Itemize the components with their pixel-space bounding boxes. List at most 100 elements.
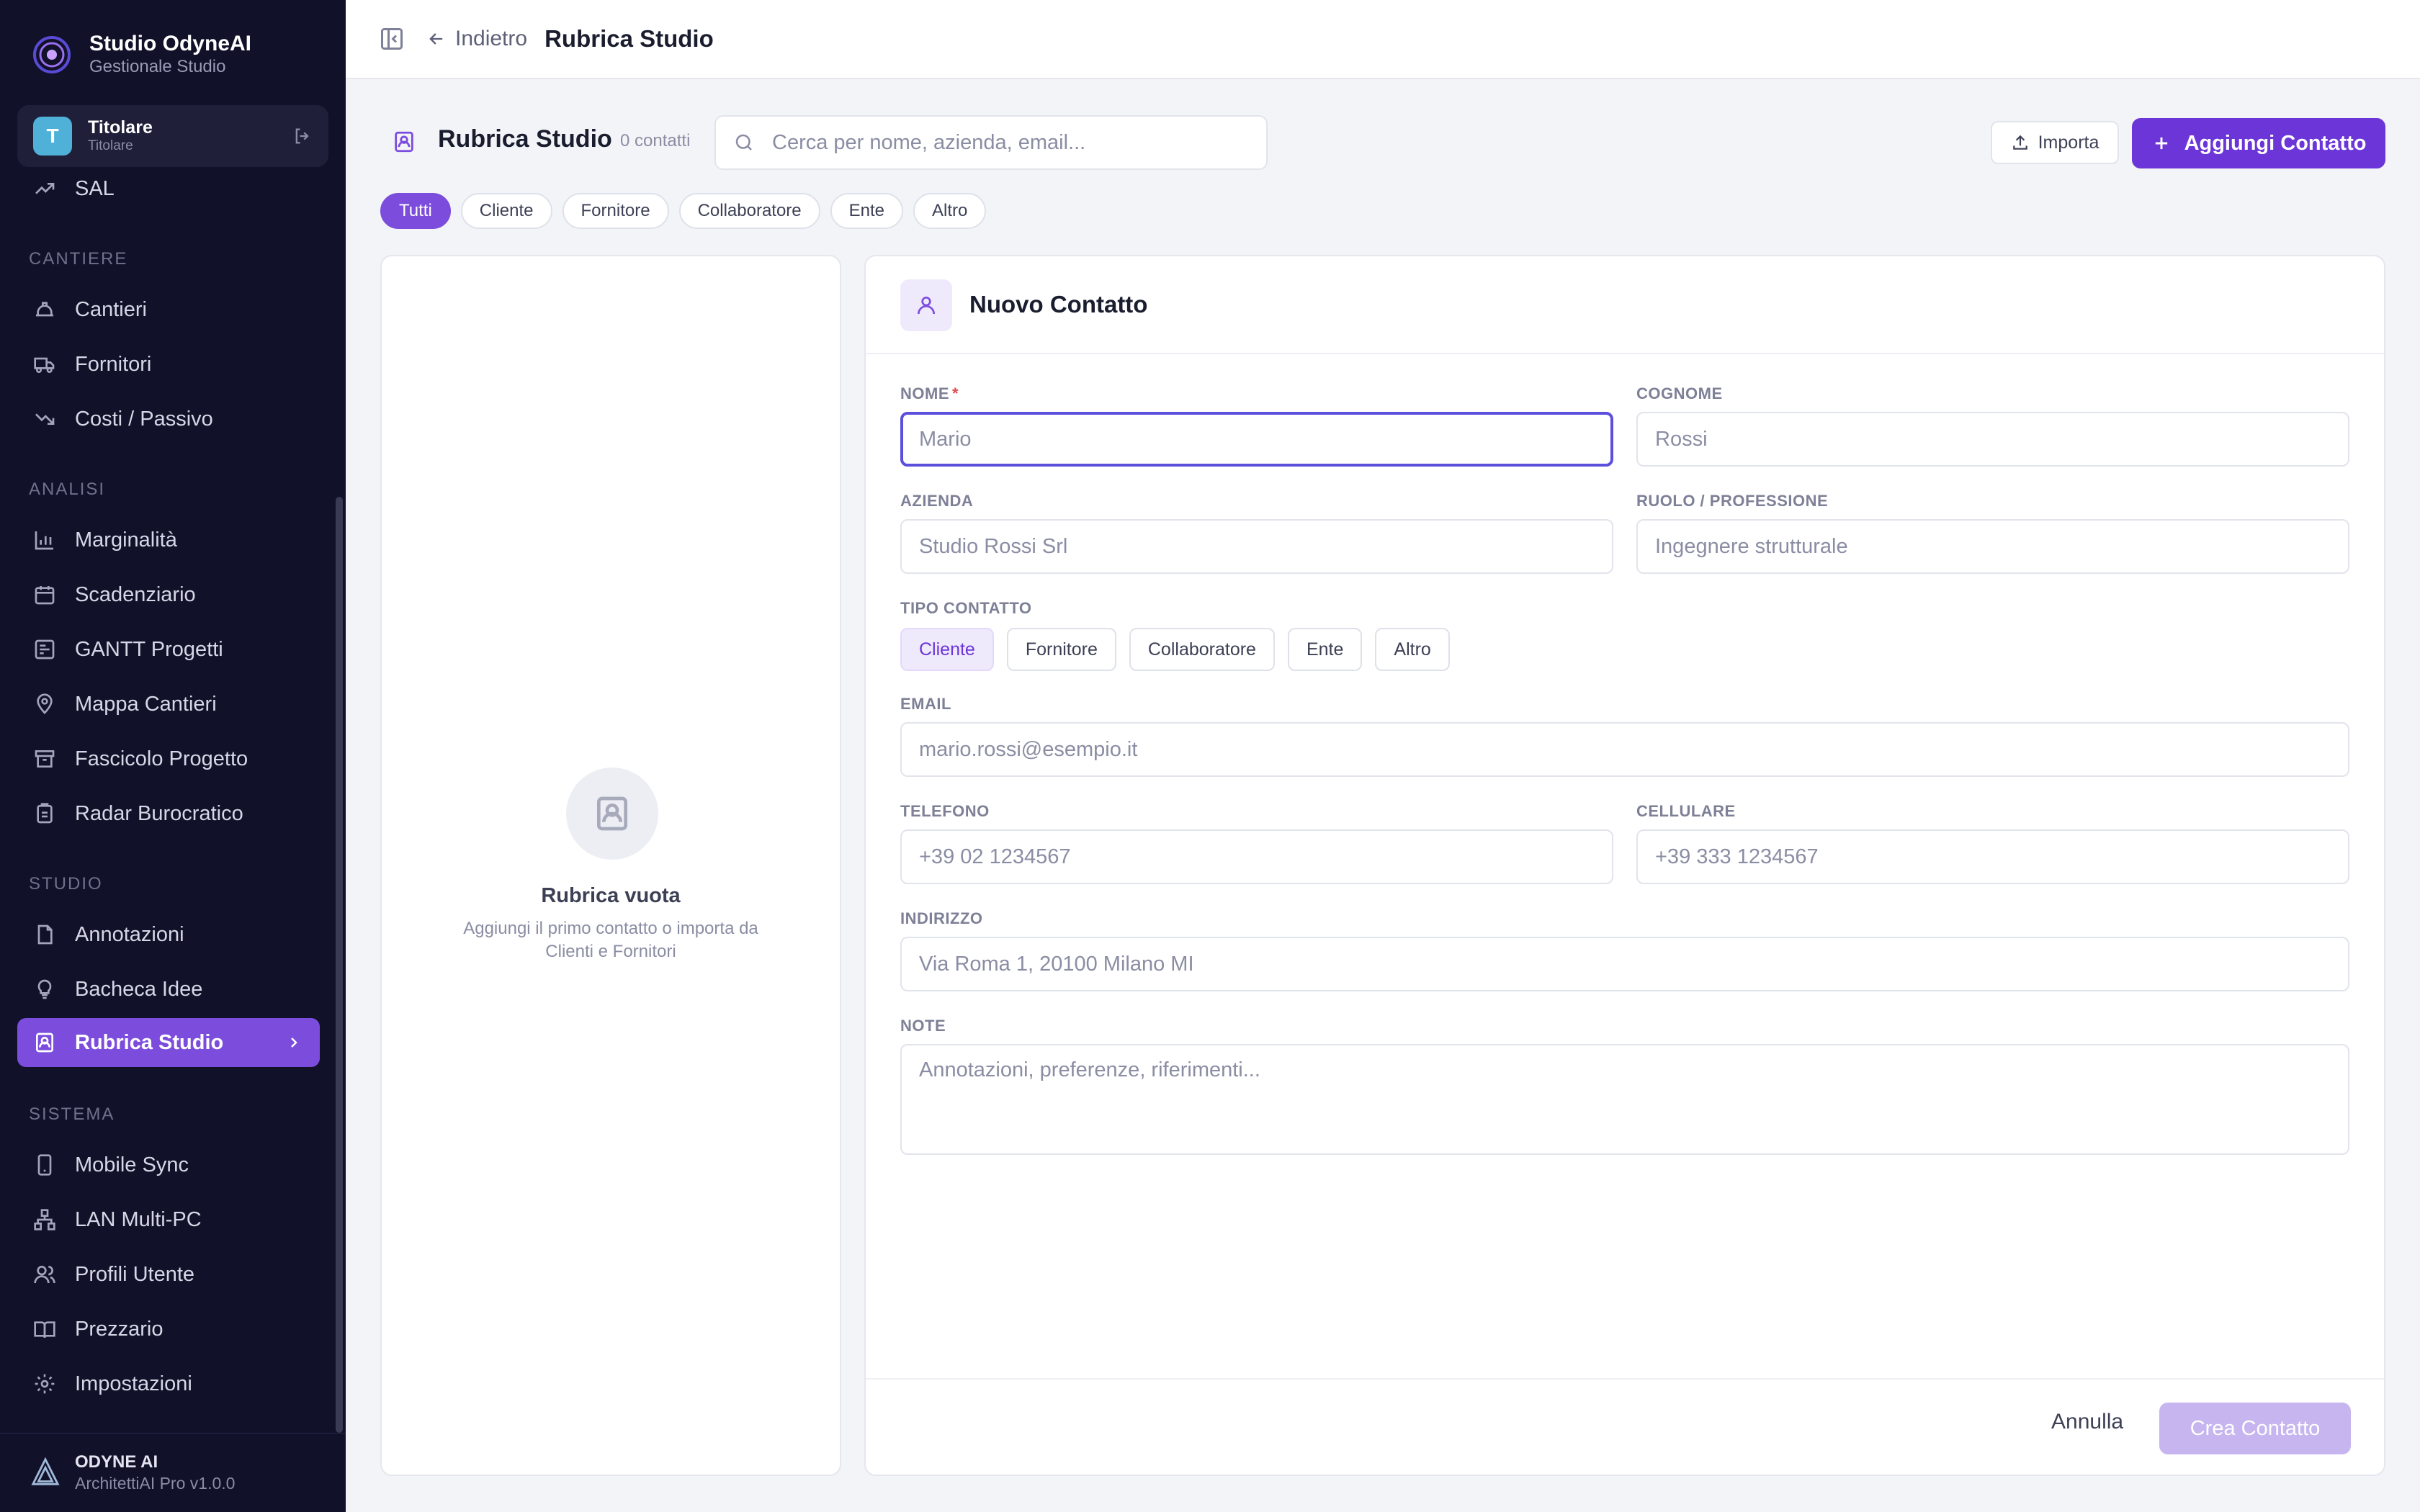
tipo-fornitore[interactable]: Fornitore xyxy=(1006,628,1116,671)
empty-state-description: Aggiungi il primo contatto o importa da … xyxy=(463,919,758,961)
sidebar-item-cantieri[interactable]: Cantieri xyxy=(17,285,320,334)
import-button[interactable]: Importa xyxy=(1991,121,2119,164)
sidebar-item-rubrica[interactable]: Rubrica Studio xyxy=(17,1018,320,1067)
filter-collaboratore[interactable]: Collaboratore xyxy=(678,193,820,229)
cognome-input[interactable] xyxy=(1636,412,2349,467)
section-sistema: SISTEMA xyxy=(29,1104,115,1124)
telefono-input[interactable] xyxy=(900,829,1613,884)
sidebar-item-label: Cantieri xyxy=(75,297,147,321)
file-icon xyxy=(37,924,53,945)
truck-icon xyxy=(34,357,55,373)
cellulare-input[interactable] xyxy=(1636,829,2349,884)
tipo-ente[interactable]: Ente xyxy=(1287,628,1363,671)
sidebar-item-lan[interactable]: LAN Multi-PC xyxy=(17,1195,320,1244)
form-header: Nuovo Contatto xyxy=(866,256,2384,354)
sidebar-item-label: Marginalità xyxy=(75,528,177,552)
sidebar-item-mobile[interactable]: Mobile Sync xyxy=(17,1140,320,1189)
label-email: EMAIL xyxy=(900,695,951,713)
sidebar-item-impostazioni[interactable]: Impostazioni xyxy=(17,1359,320,1408)
lightbulb-icon xyxy=(37,979,52,999)
search-input[interactable] xyxy=(772,130,1233,155)
tipo-collaboratore[interactable]: Collaboratore xyxy=(1129,628,1275,671)
sidebar-item-fornitori[interactable]: Fornitori xyxy=(17,340,320,389)
contact-book-icon xyxy=(395,131,413,153)
ruolo-input[interactable] xyxy=(1636,519,2349,574)
filter-chips: Tutti Cliente Fornitore Collaboratore En… xyxy=(380,193,996,229)
import-label: Importa xyxy=(2038,132,2099,153)
sidebar-item-annotazioni[interactable]: Annotazioni xyxy=(17,910,320,959)
sidebar-item-sal[interactable]: SAL xyxy=(17,164,320,213)
label-cognome: COGNOME xyxy=(1636,384,1723,402)
add-contact-button[interactable]: Aggiungi Contatto xyxy=(2132,118,2385,168)
section-studio: STUDIO xyxy=(29,874,103,894)
sidebar-item-prezzario[interactable]: Prezzario xyxy=(17,1305,320,1354)
sidebar-item-label: Rubrica Studio xyxy=(75,1030,224,1054)
sidebar-scrollbar[interactable] xyxy=(336,497,343,1433)
label-cellulare: CELLULARE xyxy=(1636,802,1736,820)
logout-icon[interactable] xyxy=(292,126,313,146)
sidebar-item-gantt[interactable]: GANTT Progetti xyxy=(17,625,320,674)
user-card[interactable]: T Titolare Titolare xyxy=(17,105,328,167)
filter-fornitore[interactable]: Fornitore xyxy=(562,193,669,229)
tipo-cliente[interactable]: Cliente xyxy=(900,628,994,671)
back-button[interactable]: Indietro xyxy=(426,27,527,51)
sidebar-item-label: Mobile Sync xyxy=(75,1153,189,1176)
sidebar-item-label: SAL xyxy=(75,176,115,200)
calendar-icon xyxy=(35,586,55,605)
sidebar-item-costi[interactable]: Costi / Passivo xyxy=(17,395,320,444)
brand-title: Studio OdyneAI xyxy=(89,32,251,55)
sidebar-item-scadenziario[interactable]: Scadenziario xyxy=(17,570,320,619)
sidebar-item-profili[interactable]: Profili Utente xyxy=(17,1250,320,1299)
label-tipo-contatto: TIPO CONTATTO xyxy=(900,599,1032,617)
indirizzo-input[interactable] xyxy=(900,937,2349,991)
azienda-input[interactable] xyxy=(900,519,1613,574)
label-note: NOTE xyxy=(900,1017,946,1035)
upload-icon xyxy=(2012,135,2027,150)
sidebar-item-label: Mappa Cantieri xyxy=(75,692,217,716)
sidebar-item-mappa[interactable]: Mappa Cantieri xyxy=(17,680,320,729)
arrow-left-icon xyxy=(429,33,443,45)
contact-book-icon xyxy=(597,796,627,831)
user-name: Titolare xyxy=(88,117,153,138)
footer-title: ODYNE AI xyxy=(75,1452,158,1472)
footer-version: ArchitettiAI Pro v1.0.0 xyxy=(75,1473,236,1493)
map-pin-icon xyxy=(37,693,53,714)
filter-ente[interactable]: Ente xyxy=(830,193,904,229)
tipo-altro[interactable]: Altro xyxy=(1375,628,1450,671)
user-role: Titolare xyxy=(88,138,133,153)
sidebar-item-bacheca[interactable]: Bacheca Idee xyxy=(17,965,320,1014)
filter-altro[interactable]: Altro xyxy=(913,193,987,229)
label-nome: NOME * xyxy=(900,384,959,403)
sidebar-item-radar[interactable]: Radar Burocratico xyxy=(17,789,320,838)
search-box[interactable] xyxy=(714,115,1268,170)
form-header-icon-wrap xyxy=(900,279,952,331)
sidebar-item-label: LAN Multi-PC xyxy=(75,1207,202,1231)
nome-input[interactable] xyxy=(900,412,1613,467)
page-title: Rubrica Studio xyxy=(544,25,714,52)
sidebar-toggle-icon[interactable] xyxy=(379,26,405,52)
label-ruolo: RUOLO / PROFESSIONE xyxy=(1636,492,1829,510)
brand: Studio OdyneAI Gestionale Studio xyxy=(29,32,251,78)
filter-cliente[interactable]: Cliente xyxy=(460,193,552,229)
avatar: T xyxy=(33,117,72,156)
label-azienda: AZIENDA xyxy=(900,492,974,510)
note-textarea[interactable] xyxy=(900,1044,2349,1155)
contact-book-icon xyxy=(36,1032,53,1053)
form-footer: Annulla Crea Contatto xyxy=(866,1378,2384,1475)
sidebar-item-fascicolo[interactable]: Fascicolo Progetto xyxy=(17,734,320,783)
cancel-button[interactable]: Annulla xyxy=(2051,1410,2123,1434)
contact-list-panel: Rubrica vuota Aggiungi il primo contatto… xyxy=(380,255,841,1476)
trending-down-icon xyxy=(35,413,55,425)
contact-count: 0 contatti xyxy=(620,131,691,150)
form-title: Nuovo Contatto xyxy=(969,291,1148,318)
hard-hat-icon xyxy=(36,302,53,317)
email-field[interactable] xyxy=(900,722,2349,777)
create-contact-button[interactable]: Crea Contatto xyxy=(2159,1403,2351,1454)
section-analisi: ANALISI xyxy=(29,480,106,499)
sidebar-item-marginalita[interactable]: Marginalità xyxy=(17,516,320,564)
back-label: Indietro xyxy=(455,27,528,50)
label-nome-text: NOME xyxy=(900,384,949,402)
filter-tutti[interactable]: Tutti xyxy=(380,193,451,229)
sidebar-item-label: GANTT Progetti xyxy=(75,637,223,661)
empty-state-title: Rubrica vuota xyxy=(541,884,681,907)
